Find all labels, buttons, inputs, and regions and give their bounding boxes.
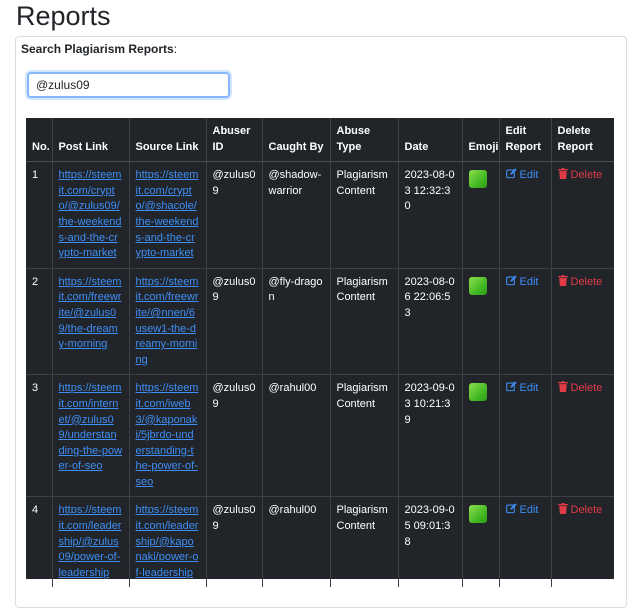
source-link[interactable]: https://steemit.com/crypto/@shacole/the-… xyxy=(136,169,199,259)
delete-label: Delete xyxy=(570,382,603,395)
delete-report-button[interactable]: Delete xyxy=(557,274,603,288)
edit-label: Edit xyxy=(519,275,539,288)
edit-icon xyxy=(505,381,517,392)
post-link[interactable]: https://steemit.com/freewrite/@zulus09/t… xyxy=(59,276,122,350)
delete-cell: Delete xyxy=(550,496,614,588)
report-date: 2023-08-03 12:32:30 xyxy=(397,161,462,269)
row-number: 1 xyxy=(26,161,52,269)
column-header: Date xyxy=(397,118,462,163)
edit-report-button[interactable]: Edit xyxy=(505,503,539,517)
abuse-type: Plagiarism Content xyxy=(329,267,398,375)
caught-by: @rahul00 xyxy=(261,496,330,588)
emoji-cell xyxy=(461,161,499,269)
delete-label: Delete xyxy=(570,169,603,182)
page-title: Reports xyxy=(16,1,111,31)
abuse-type: Plagiarism Content xyxy=(329,496,398,588)
source-link-cell: https://steemit.com/crypto/@shacole/the-… xyxy=(128,161,206,269)
table-row: 3 https://steemit.com/internet/@zulus09/u… xyxy=(26,374,614,497)
column-header: Source Link xyxy=(128,118,206,163)
edit-icon xyxy=(505,168,517,179)
row-number: 4 xyxy=(26,496,52,588)
column-header: No. xyxy=(26,118,52,163)
abuse-type: Plagiarism Content xyxy=(329,374,398,497)
edit-cell: Edit xyxy=(498,267,551,375)
edit-report-button[interactable]: Edit xyxy=(505,168,539,182)
table-body: 1 https://steemit.com/crypto/@zulus09/the… xyxy=(26,161,614,588)
source-link[interactable]: https://steemit.com/leadership/@kaponaki… xyxy=(136,504,199,578)
post-link-cell: https://steemit.com/freewrite/@zulus09/t… xyxy=(51,267,129,375)
search-input[interactable] xyxy=(27,72,230,98)
table-row: 1 https://steemit.com/crypto/@zulus09/the… xyxy=(26,161,614,269)
edit-label: Edit xyxy=(519,382,539,395)
edit-cell: Edit xyxy=(498,374,551,497)
edit-icon xyxy=(505,275,517,285)
edit-report-button[interactable]: Edit xyxy=(505,381,539,395)
reports-table-wrapper: No. Post Link Source Link Abuser ID Caught B… xyxy=(26,118,614,588)
column-header: Abuse Type xyxy=(329,118,398,163)
delete-label: Delete xyxy=(570,504,603,517)
table-header-row: No. Post Link Source Link Abuser ID Caught B… xyxy=(26,118,614,163)
caught-by: @shadow-warrior xyxy=(261,161,330,269)
search-label-colon: : xyxy=(173,42,178,56)
row-number: 2 xyxy=(26,267,52,375)
green-square-emoji-icon xyxy=(468,170,487,189)
search-label-text: Search Plagiarism Reports xyxy=(21,42,174,56)
column-header: Delete Report xyxy=(550,118,614,163)
edit-cell: Edit xyxy=(498,161,551,269)
caught-by: @rahul00 xyxy=(261,374,330,497)
table-row: 4 https://steemit.com/leadership/@zulus09… xyxy=(26,496,614,588)
delete-cell: Delete xyxy=(550,374,614,497)
edit-icon xyxy=(505,503,517,514)
edit-label: Edit xyxy=(519,169,539,182)
report-date: 2023-09-03 10:21:39 xyxy=(397,374,462,497)
trash-icon xyxy=(557,503,568,515)
source-link-cell: https://steemit.com/iweb3/@kaponaki/5jbr… xyxy=(128,374,206,497)
report-date: 2023-08-06 22:06:53 xyxy=(397,267,462,375)
abuser-id: @zulus09 xyxy=(205,267,262,375)
abuser-id: @zulus09 xyxy=(205,496,262,588)
delete-report-button[interactable]: Delete xyxy=(557,381,603,395)
column-header: Caught By xyxy=(261,118,330,163)
post-link[interactable]: https://steemit.com/internet/@zulus09/un… xyxy=(59,382,123,472)
post-link[interactable]: https://steemit.com/leadership/@zulus09/… xyxy=(59,504,122,578)
post-link-cell: https://steemit.com/leadership/@zulus09/… xyxy=(51,496,129,588)
report-date: 2023-09-05 09:01:38 xyxy=(397,496,462,588)
caught-by: @fly-dragon xyxy=(261,267,330,375)
edit-report-button[interactable]: Edit xyxy=(505,275,539,288)
emoji-cell xyxy=(461,374,499,497)
trash-icon xyxy=(557,274,568,286)
edit-label: Edit xyxy=(519,504,539,517)
column-header: Edit Report xyxy=(498,118,551,163)
emoji-cell xyxy=(461,267,499,375)
reports-table: No. Post Link Source Link Abuser ID Caught B… xyxy=(26,118,614,588)
source-link[interactable]: https://steemit.com/iweb3/@kaponaki/5jbr… xyxy=(136,382,199,488)
delete-report-button[interactable]: Delete xyxy=(557,168,603,182)
source-link-cell: https://steemit.com/leadership/@kaponaki… xyxy=(128,496,206,588)
green-square-emoji-icon xyxy=(468,505,487,524)
emoji-cell xyxy=(461,496,499,588)
delete-cell: Delete xyxy=(550,161,614,269)
trash-icon xyxy=(557,381,568,393)
delete-report-button[interactable]: Delete xyxy=(557,503,603,517)
abuser-id: @zulus09 xyxy=(205,374,262,497)
edit-cell: Edit xyxy=(498,496,551,588)
abuser-id: @zulus09 xyxy=(205,161,262,269)
post-link-cell: https://steemit.com/internet/@zulus09/un… xyxy=(51,374,129,497)
column-header: Post Link xyxy=(51,118,129,163)
delete-label: Delete xyxy=(570,275,603,288)
column-header: Abuser ID xyxy=(205,118,262,163)
post-link-cell: https://steemit.com/crypto/@zulus09/the-… xyxy=(51,161,129,269)
column-header: Emoji xyxy=(461,118,499,163)
search-label: Search Plagiarism Reports: xyxy=(21,42,177,56)
green-square-emoji-icon xyxy=(468,383,487,402)
source-link-cell: https://steemit.com/freewrite/@nnen/6use… xyxy=(128,267,206,375)
trash-icon xyxy=(557,168,568,180)
source-link[interactable]: https://steemit.com/freewrite/@nnen/6use… xyxy=(136,276,199,366)
post-link[interactable]: https://steemit.com/crypto/@zulus09/the-… xyxy=(59,169,122,259)
row-number: 3 xyxy=(26,374,52,497)
green-square-emoji-icon xyxy=(468,276,487,295)
table-row: 2 https://steemit.com/freewrite/@zulus09/… xyxy=(26,267,614,375)
abuse-type: Plagiarism Content xyxy=(329,161,398,269)
delete-cell: Delete xyxy=(550,267,614,375)
